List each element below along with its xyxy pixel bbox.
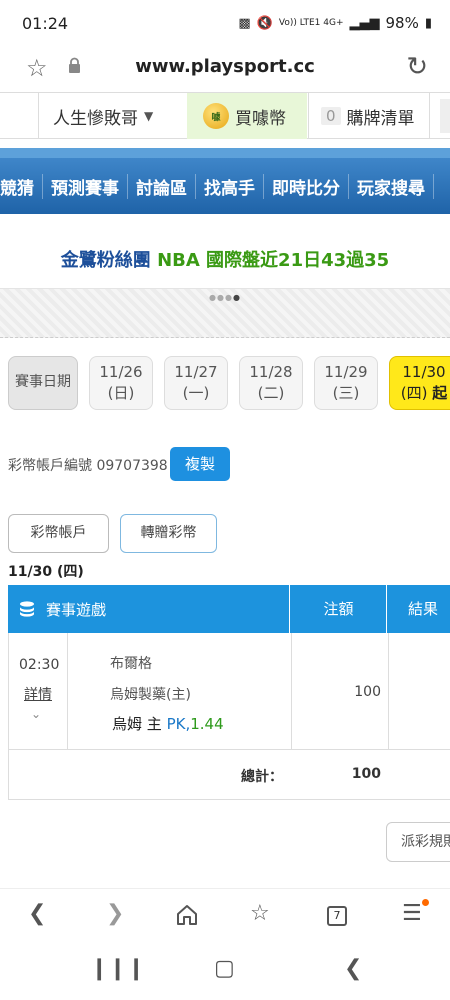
browser-toolbar: ❮ ❯ ☆ 7 ☰ [0,888,450,944]
coin-account-number: 彩幣帳戶編號 09707398 [8,458,168,474]
home-icon[interactable] [176,904,198,926]
date-tab-1128[interactable]: 11/28 (二) [239,356,303,410]
cart-count: 0 [321,107,341,125]
coin-icon: 噱 [203,103,229,129]
url-bar: ☆ www.playsport.cc ↻ [0,48,450,92]
payout-rules-button[interactable]: 派彩規則 [386,822,450,862]
nav-item-forum[interactable]: 討論區 [128,174,196,199]
pick-info: 烏姆 主 PK,1.44 [112,713,224,734]
network-indicator: Vo)) LTE1 4G+ [278,18,344,28]
pick-type: PK, [166,715,191,733]
lock-icon: ▩ [238,15,251,31]
list-date: 11/30 (四) [8,564,84,580]
chevron-down-icon[interactable]: ⌄ [31,707,41,721]
carousel-dots: ●●●● [209,293,241,302]
transfer-coin-button[interactable]: 轉贈彩幣 [120,514,217,553]
buy-coin-label: 買噱幣 [235,108,286,129]
url-text[interactable]: www.playsport.cc [0,56,450,77]
game-time: 02:30 [19,657,60,673]
date-tab-1127[interactable]: 11/27 (一) [164,356,228,410]
nav-item-bet[interactable]: 競猜 [0,174,43,199]
header-result: 結果 [407,600,438,618]
table-row: 02:30 詳情 ⌄ 布爾格 烏姆製藥(主) 烏姆 主 PK,1.44 100 [8,633,450,750]
nav-item-search-player[interactable]: 玩家搜尋 [349,174,434,199]
user-menu[interactable]: 人生慘敗哥 ▼ [38,93,186,139]
status-time: 01:24 [22,14,69,33]
total-label: 總計： [241,769,283,785]
main-nav: 競猜 預測賽事 討論區 找高手 即時比分 玩家搜尋 [0,148,450,214]
away-team: 布爾格 [110,656,152,672]
nav-overflow-item[interactable] [440,99,450,133]
coin-account-button[interactable]: 彩幣帳戶 [8,514,109,553]
bookmarks-star-icon[interactable]: ☆ [250,901,270,926]
banner-record: NBA 國際盤近21日43過35 [157,250,390,271]
system-nav-bar: ❙❙❙ ▢ ❮ [0,944,450,1000]
pick-team: 烏姆 主 [112,715,162,733]
recent-apps-icon[interactable]: ❙❙❙ [90,956,145,981]
nav-item-livescore[interactable]: 即時比分 [264,174,349,199]
carousel-strip: ●●●● [0,288,450,338]
user-name: 人生慘敗哥 [53,108,138,129]
site-top-nav: 人生慘敗哥 ▼ 噱 買噱幣 0 購牌清單 [0,92,450,139]
mute-icon: 🔇 [256,15,273,31]
battery-level: 98% [385,14,419,32]
reload-icon[interactable]: ↻ [406,52,428,82]
nav-item-predict[interactable]: 預測賽事 [43,174,128,199]
date-tab-1129[interactable]: 11/29 (三) [314,356,378,410]
nav-item-experts[interactable]: 找高手 [196,174,264,199]
home-button-icon[interactable]: ▢ [214,956,235,981]
caret-down-icon: ▼ [144,109,154,123]
forward-icon[interactable]: ❯ [106,901,124,926]
buy-coin-button[interactable]: 噱 買噱幣 [187,93,307,139]
promo-banner[interactable]: 金鷺粉絲團 NBA 國際盤近21日43過35 [0,246,450,286]
total-row: 總計： 100 [8,750,450,800]
database-icon [20,601,34,617]
banner-group: 金鷺粉絲團 [60,250,151,271]
home-team: 烏姆製藥(主) [110,687,191,703]
date-label: 賽事日期 [8,356,78,410]
copy-button[interactable]: 複製 [170,447,230,481]
signal-icon: ▂▄▆ [349,15,380,31]
date-tab-1130[interactable]: 11/30 (四) 起 [389,356,450,410]
bet-amount: 100 [354,684,381,700]
back-nav-icon[interactable]: ❮ [344,956,362,981]
header-game: 賽事遊戲 [46,600,107,619]
status-bar: 01:24 ▩ 🔇 Vo)) LTE1 4G+ ▂▄▆ 98% ▮ [0,0,450,48]
header-amount: 注額 [291,585,387,633]
back-icon[interactable]: ❮ [28,901,46,926]
table-header: 賽事遊戲 注額 結果 [8,585,450,633]
date-tab-1126[interactable]: 11/26 (日) [89,356,153,410]
detail-link[interactable]: 詳情 [24,684,52,704]
pick-odds: 1.44 [190,715,224,733]
menu-icon[interactable]: ☰ [402,901,422,926]
total-value: 100 [351,766,381,782]
cart-label: 購牌清單 [346,108,415,129]
tabs-icon[interactable]: 7 [327,906,347,926]
cart-button[interactable]: 0 購牌清單 [308,93,430,139]
notification-dot [422,899,429,906]
battery-icon: ▮ [424,15,432,31]
